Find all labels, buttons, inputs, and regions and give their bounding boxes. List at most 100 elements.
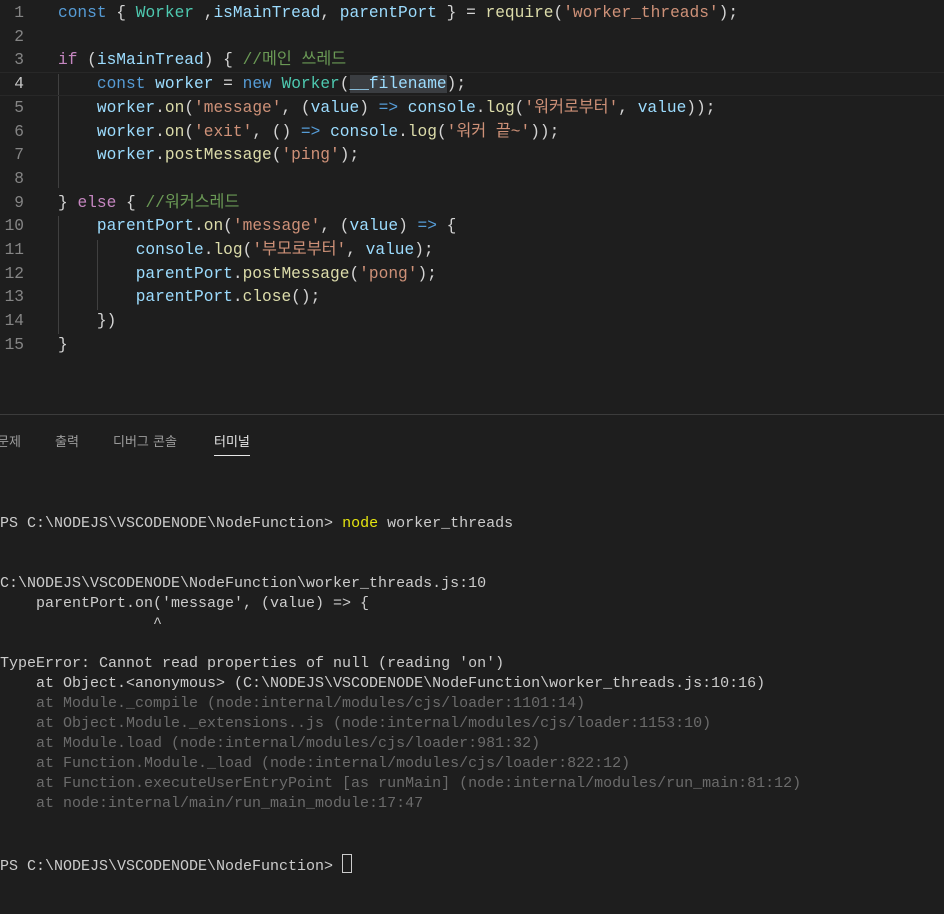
code-token: if bbox=[58, 51, 78, 70]
terminal-line: at Object.Module._extensions..js (node:i… bbox=[0, 715, 712, 732]
terminal-input-line[interactable]: PS C:\NODEJS\VSCODENODE\NodeFunction> bbox=[0, 854, 801, 875]
code-token: { bbox=[106, 4, 136, 22]
code-token: , bbox=[320, 4, 340, 22]
tab-debug-console[interactable]: 디버그 콘솔 bbox=[113, 431, 177, 455]
code-editor[interactable]: 1 const { Worker ,isMainTread, parentPort… bbox=[0, 0, 944, 414]
code-line[interactable]: 2 bbox=[0, 25, 944, 49]
terminal-line: C:\NODEJS\VSCODENODE\NodeFunction\worker… bbox=[0, 575, 487, 592]
code-token: } = bbox=[436, 4, 486, 22]
code-line[interactable]: 14 }) bbox=[0, 309, 944, 333]
code-line[interactable]: 11 console.log('부모로부터', value); bbox=[0, 238, 944, 262]
code-line[interactable]: 9 } else { //워커스레드 bbox=[0, 191, 944, 215]
terminal-command-args: worker_threads bbox=[378, 515, 514, 532]
code-token: . bbox=[194, 217, 204, 236]
code-line[interactable]: 5 worker.on('message', (value) => consol… bbox=[0, 96, 944, 120]
code-text: } else { //워커스레드 bbox=[58, 191, 239, 215]
code-token: ( bbox=[514, 98, 525, 117]
code-token: ( bbox=[184, 98, 195, 117]
code-token: Worker bbox=[281, 75, 340, 94]
code-token: . bbox=[232, 288, 243, 307]
terminal-line: at node:internal/main/run_main_module:17… bbox=[0, 795, 424, 812]
terminal-command-line: PS C:\NODEJS\VSCODENODE\NodeFunction> no… bbox=[0, 514, 801, 534]
code-token: . bbox=[155, 122, 165, 141]
code-token: Worker bbox=[135, 4, 195, 22]
code-token: , bbox=[194, 4, 214, 22]
code-token: } bbox=[58, 335, 68, 354]
tab-problems[interactable]: 문제 bbox=[0, 431, 21, 455]
code-line[interactable]: 7 worker.postMessage('ping'); bbox=[0, 143, 944, 167]
code-token: 'exit' bbox=[194, 122, 253, 141]
code-token: isMainTread bbox=[96, 51, 204, 70]
code-token: )); bbox=[686, 98, 716, 117]
terminal-output[interactable]: PS C:\NODEJS\VSCODENODE\NodeFunction> no… bbox=[0, 474, 801, 914]
code-token: '부모로부터' bbox=[252, 241, 347, 259]
bottom-panel: 문제 출력 디버그 콘솔 터미널 PS C:\NODEJS\VSCODENODE… bbox=[0, 414, 944, 875]
code-line[interactable]: 15} bbox=[0, 333, 944, 357]
code-line[interactable]: 12 parentPort.postMessage('pong'); bbox=[0, 262, 944, 286]
code-token: => bbox=[300, 122, 321, 141]
code-text: worker.postMessage('ping'); bbox=[58, 143, 359, 167]
code-text: parentPort.close(); bbox=[58, 285, 321, 309]
code-token: (); bbox=[291, 288, 321, 307]
code-token: log bbox=[485, 98, 515, 117]
tab-output[interactable]: 출력 bbox=[55, 431, 79, 455]
code-text: worker.on('exit', () => console.log('워커 … bbox=[58, 120, 560, 144]
code-text: const worker = new Worker(__filename); bbox=[58, 72, 466, 96]
line-number: 2 bbox=[14, 27, 24, 46]
code-line[interactable]: 3 if (isMainTread) { //메인 쓰레드 bbox=[0, 48, 944, 72]
code-token: } bbox=[58, 193, 78, 212]
code-token: ( bbox=[77, 51, 97, 70]
code-token: 'worker_threads' bbox=[563, 4, 719, 22]
line-number: 5 bbox=[14, 98, 24, 117]
code-token: 'message' bbox=[194, 98, 282, 117]
terminal-line: at Function.executeUserEntryPoint [as ru… bbox=[0, 775, 802, 792]
line-number: 8 bbox=[14, 169, 24, 188]
code-token: ( bbox=[339, 75, 350, 94]
code-line[interactable]: 10 parentPort.on('message', (value) => { bbox=[0, 214, 944, 238]
code-token: 'ping' bbox=[281, 146, 340, 165]
code-line[interactable]: 4 const worker = new Worker(__filename); bbox=[0, 72, 944, 96]
code-line[interactable]: 1 const { Worker ,isMainTread, parentPort… bbox=[0, 1, 944, 25]
code-token: worker bbox=[96, 146, 156, 165]
code-token: on bbox=[203, 217, 224, 236]
code-text: if (isMainTread) { //메인 쓰레드 bbox=[58, 48, 346, 72]
code-line[interactable]: 13 parentPort.close(); bbox=[0, 285, 944, 309]
line-number: 4 bbox=[14, 75, 24, 94]
line-number: 11 bbox=[4, 241, 24, 259]
terminal-line: at Module.load (node:internal/modules/cj… bbox=[0, 735, 541, 752]
code-token: { bbox=[116, 193, 146, 212]
line-number: 1 bbox=[14, 4, 24, 22]
code-token: }) bbox=[96, 312, 117, 331]
code-token: new bbox=[242, 75, 272, 94]
code-token: , bbox=[618, 98, 638, 117]
code-token: => bbox=[378, 98, 399, 117]
code-token: value bbox=[349, 217, 399, 236]
code-token: ) bbox=[398, 217, 418, 236]
code-token: . bbox=[155, 98, 165, 117]
code-text: console.log('부모로부터', value); bbox=[58, 238, 434, 262]
code-token: worker bbox=[96, 98, 156, 117]
code-token: worker bbox=[96, 122, 156, 141]
code-token: ( bbox=[349, 264, 360, 283]
code-line[interactable]: 8 bbox=[0, 167, 944, 191]
terminal-line: parentPort.on('message', (value) => { bbox=[0, 595, 370, 612]
code-token: , bbox=[346, 241, 366, 259]
code-token: ) { bbox=[203, 51, 243, 70]
tab-terminal[interactable]: 터미널 bbox=[214, 431, 250, 456]
code-token: ); bbox=[718, 4, 739, 22]
code-token: parentPort bbox=[135, 288, 233, 307]
code-token: . bbox=[155, 146, 165, 165]
code-token: ( bbox=[223, 217, 233, 236]
code-line[interactable]: 6 worker.on('exit', () => console.log('워… bbox=[0, 120, 944, 144]
code-token: //워커스레드 bbox=[145, 193, 240, 212]
line-number: 12 bbox=[4, 264, 24, 283]
code-token: , ( bbox=[281, 98, 311, 117]
line-number: 9 bbox=[14, 193, 24, 212]
